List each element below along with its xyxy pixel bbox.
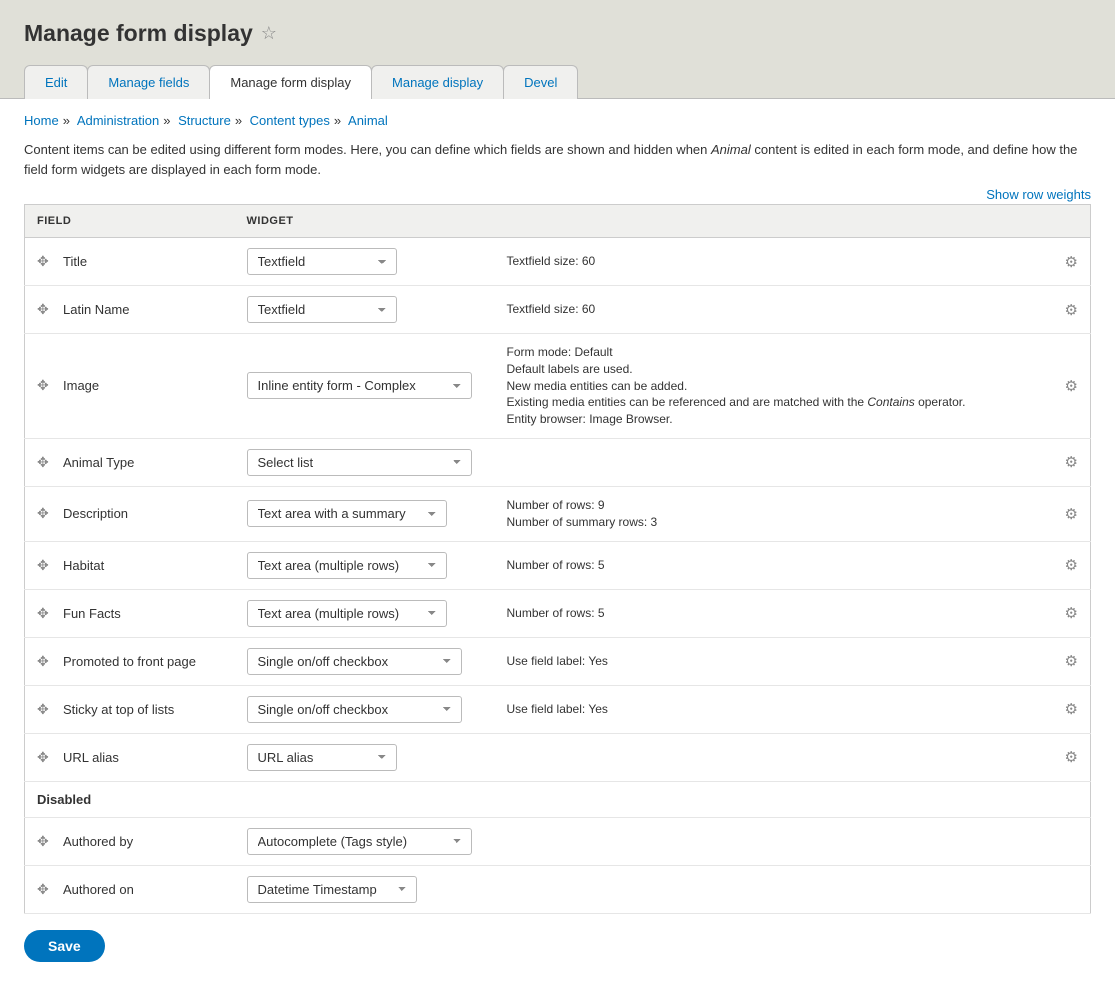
tab-manage-display[interactable]: Manage display bbox=[371, 65, 504, 99]
widget-select[interactable]: Text area with a summary bbox=[247, 500, 447, 527]
breadcrumb-animal[interactable]: Animal bbox=[348, 113, 388, 128]
gear-icon[interactable]: ⚙ bbox=[1065, 302, 1078, 319]
breadcrumb-structure[interactable]: Structure bbox=[178, 113, 231, 128]
show-row-weights-link[interactable]: Show row weights bbox=[986, 187, 1091, 202]
disabled-region-row: Disabled bbox=[25, 781, 1091, 817]
field-label: Latin Name bbox=[63, 302, 129, 317]
widget-select[interactable]: Single on/off checkbox bbox=[247, 696, 462, 723]
field-label: Animal Type bbox=[63, 455, 134, 470]
widget-select[interactable]: Textfield bbox=[247, 296, 397, 323]
widget-summary: Number of rows: 5 bbox=[507, 605, 1039, 622]
widget-select[interactable]: Datetime Timestamp bbox=[247, 876, 417, 903]
drag-handle-icon[interactable]: ✥ bbox=[37, 454, 53, 471]
gear-icon[interactable]: ⚙ bbox=[1065, 653, 1078, 670]
header-field: Field bbox=[25, 205, 235, 238]
drag-handle-icon[interactable]: ✥ bbox=[37, 881, 53, 898]
table-row: ✥ Image Inline entity form - Complex Form m… bbox=[25, 334, 1091, 439]
star-icon[interactable]: ☆ bbox=[261, 23, 277, 44]
table-row: ✥ Latin Name Textfield Textfield size: 60 ⚙ bbox=[25, 286, 1091, 334]
drag-handle-icon[interactable]: ✥ bbox=[37, 505, 53, 522]
drag-handle-icon[interactable]: ✥ bbox=[37, 377, 53, 394]
field-label: URL alias bbox=[63, 750, 119, 765]
widget-summary: Use field label: Yes bbox=[507, 653, 1039, 670]
field-label: Promoted to front page bbox=[63, 654, 196, 669]
table-row: ✥ Authored by Autocomplete (Tags style) bbox=[25, 817, 1091, 865]
table-row: ✥ Promoted to front page Single on/off che… bbox=[25, 637, 1091, 685]
widget-select[interactable]: Text area (multiple rows) bbox=[247, 600, 447, 627]
widget-summary: Number of rows: 5 bbox=[507, 557, 1039, 574]
field-label: Sticky at top of lists bbox=[63, 702, 174, 717]
field-label: Title bbox=[63, 254, 87, 269]
field-label: Image bbox=[63, 378, 99, 393]
widget-select[interactable]: Inline entity form - Complex bbox=[247, 372, 472, 399]
widget-select[interactable]: Single on/off checkbox bbox=[247, 648, 462, 675]
tab-manage-form-display[interactable]: Manage form display bbox=[209, 65, 372, 99]
drag-handle-icon[interactable]: ✥ bbox=[37, 605, 53, 622]
table-row: ✥ Fun Facts Text area (multiple rows) Numbe… bbox=[25, 589, 1091, 637]
tab-edit[interactable]: Edit bbox=[24, 65, 88, 99]
header-widget: Widget bbox=[235, 205, 1091, 238]
help-text: Content items can be edited using differ… bbox=[24, 140, 1091, 179]
field-label: Habitat bbox=[63, 558, 104, 573]
field-label: Authored on bbox=[63, 882, 134, 897]
widget-select[interactable]: Autocomplete (Tags style) bbox=[247, 828, 472, 855]
field-label: Authored by bbox=[63, 834, 133, 849]
primary-tabs: Edit Manage fields Manage form display M… bbox=[24, 65, 1091, 99]
widget-summary: Textfield size: 60 bbox=[507, 301, 1039, 318]
field-label: Fun Facts bbox=[63, 606, 121, 621]
save-button[interactable]: Save bbox=[24, 930, 105, 962]
drag-handle-icon[interactable]: ✥ bbox=[37, 749, 53, 766]
drag-handle-icon[interactable]: ✥ bbox=[37, 557, 53, 574]
gear-icon[interactable]: ⚙ bbox=[1065, 378, 1078, 395]
tab-devel[interactable]: Devel bbox=[503, 65, 578, 99]
field-display-table: Field Widget ✥ Title Textfield Textfield si… bbox=[24, 204, 1091, 914]
table-row: ✥ Animal Type Select list ⚙ bbox=[25, 438, 1091, 486]
gear-icon[interactable]: ⚙ bbox=[1065, 506, 1078, 523]
widget-summary: Use field label: Yes bbox=[507, 701, 1039, 718]
table-row: ✥ Sticky at top of lists Single on/off che… bbox=[25, 685, 1091, 733]
drag-handle-icon[interactable]: ✥ bbox=[37, 833, 53, 850]
breadcrumb-administration[interactable]: Administration bbox=[77, 113, 159, 128]
widget-summary: Form mode: DefaultDefault labels are use… bbox=[507, 344, 1039, 428]
widget-select[interactable]: Select list bbox=[247, 449, 472, 476]
page-title: Manage form display bbox=[24, 20, 253, 47]
drag-handle-icon[interactable]: ✥ bbox=[37, 301, 53, 318]
gear-icon[interactable]: ⚙ bbox=[1065, 605, 1078, 622]
table-row: ✥ Habitat Text area (multiple rows) Number … bbox=[25, 541, 1091, 589]
gear-icon[interactable]: ⚙ bbox=[1065, 557, 1078, 574]
breadcrumb-home[interactable]: Home bbox=[24, 113, 59, 128]
widget-summary: Number of rows: 9Number of summary rows:… bbox=[507, 497, 1039, 531]
widget-select[interactable]: Text area (multiple rows) bbox=[247, 552, 447, 579]
gear-icon[interactable]: ⚙ bbox=[1065, 749, 1078, 766]
gear-icon[interactable]: ⚙ bbox=[1065, 701, 1078, 718]
widget-summary: Textfield size: 60 bbox=[507, 253, 1039, 270]
drag-handle-icon[interactable]: ✥ bbox=[37, 253, 53, 270]
tab-manage-fields[interactable]: Manage fields bbox=[87, 65, 210, 99]
gear-icon[interactable]: ⚙ bbox=[1065, 254, 1078, 271]
table-row: ✥ Description Text area with a summary Numb… bbox=[25, 486, 1091, 541]
drag-handle-icon[interactable]: ✥ bbox=[37, 701, 53, 718]
field-label: Description bbox=[63, 506, 128, 521]
drag-handle-icon[interactable]: ✥ bbox=[37, 653, 53, 670]
widget-select[interactable]: Textfield bbox=[247, 248, 397, 275]
gear-icon[interactable]: ⚙ bbox=[1065, 454, 1078, 471]
widget-select[interactable]: URL alias bbox=[247, 744, 397, 771]
table-row: ✥ URL alias URL alias ⚙ bbox=[25, 733, 1091, 781]
table-row: ✥ Title Textfield Textfield size: 60 ⚙ bbox=[25, 238, 1091, 286]
table-row: ✥ Authored on Datetime Timestamp bbox=[25, 865, 1091, 913]
breadcrumb: Home» Administration» Structure» Content… bbox=[24, 113, 1091, 128]
breadcrumb-content-types[interactable]: Content types bbox=[250, 113, 330, 128]
